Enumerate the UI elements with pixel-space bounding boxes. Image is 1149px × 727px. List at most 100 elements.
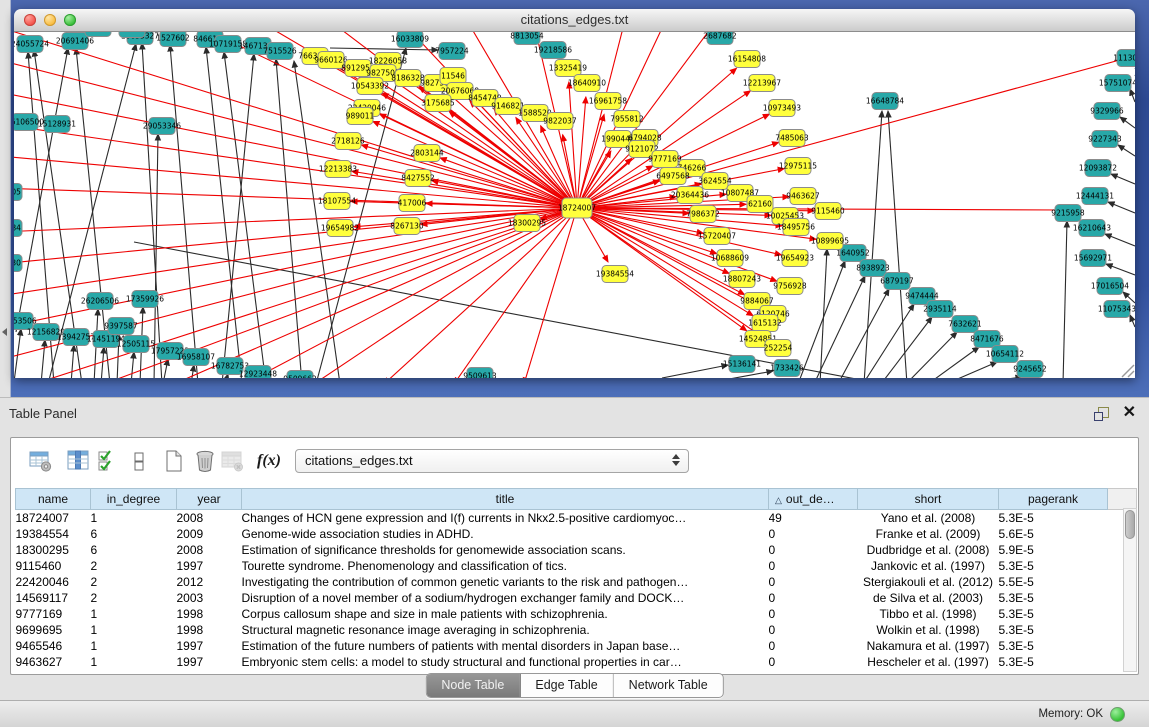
zoom-window-icon[interactable] <box>64 14 76 26</box>
graph-edge[interactable] <box>1108 202 1135 213</box>
split-pane-collapse-icon[interactable] <box>2 328 7 336</box>
graph-node-label: 9756928 <box>773 282 807 291</box>
table-select-dropdown[interactable]: citations_edges.txt <box>295 449 689 473</box>
delete-column-icon[interactable] <box>193 449 217 473</box>
network-window-titlebar[interactable]: citations_edges.txt <box>14 9 1135 32</box>
table-row[interactable]: 1938455462009Genome-wide association stu… <box>16 526 1137 542</box>
table-row[interactable]: 977716911998Corpus callosum shape and si… <box>16 606 1137 622</box>
column-header-out-de-[interactable]: △out_de… <box>769 489 858 510</box>
graph-node-label: 2653506 <box>14 317 37 326</box>
graph-edge[interactable] <box>1130 315 1135 327</box>
column-header-year[interactable]: year <box>177 489 242 510</box>
table-row[interactable]: 2242004622012Investigating the contribut… <box>16 574 1137 590</box>
table-row[interactable]: 946554611997Estimation of the future num… <box>16 638 1137 654</box>
table-row[interactable]: 969969511998Structural magnetic resonanc… <box>16 622 1137 638</box>
cell-title: Disruption of a novel member of a sodium… <box>242 590 769 606</box>
graph-edge[interactable] <box>71 345 74 378</box>
window-resize-grip[interactable] <box>1128 371 1134 377</box>
graph-edge[interactable] <box>1120 117 1135 128</box>
graph-edge[interactable] <box>577 32 714 208</box>
graph-edge[interactable] <box>1105 234 1135 246</box>
graph-edge[interactable] <box>1106 264 1135 275</box>
status-bar: Memory: OK <box>0 700 1149 727</box>
show-columns-icon[interactable] <box>67 449 91 473</box>
graph-node-label: 2803144 <box>410 149 444 158</box>
graph-edge[interactable] <box>14 208 577 232</box>
graph-edge[interactable] <box>577 52 1135 208</box>
graph-edge[interactable] <box>1063 221 1067 378</box>
graph-edge[interactable] <box>14 124 577 208</box>
cell-short: Jankovic et al. (1997) <box>858 558 999 574</box>
graph-edge[interactable] <box>14 329 21 378</box>
graph-edge[interactable] <box>946 362 997 378</box>
tab-network-table[interactable]: Network Table <box>614 674 723 697</box>
table-vertical-scrollbar[interactable] <box>1123 508 1137 672</box>
graph-edge[interactable] <box>34 208 577 378</box>
window-resize-grip[interactable] <box>1122 365 1134 377</box>
minimize-window-icon[interactable] <box>44 14 56 26</box>
graph-edge[interactable] <box>838 289 889 378</box>
graph-edge[interactable] <box>14 60 577 208</box>
graph-node[interactable] <box>85 32 111 37</box>
graph-edge[interactable] <box>454 208 577 378</box>
graph-node-label: 9397587 <box>104 322 138 331</box>
graph-edge[interactable] <box>170 45 198 378</box>
graph-edge[interactable] <box>971 377 1022 378</box>
graph-node-label: 9329966 <box>1090 107 1124 116</box>
cell-name: 9463627 <box>16 654 91 670</box>
graph-edge[interactable] <box>881 317 932 378</box>
tab-node-table[interactable]: Node Table <box>426 674 520 697</box>
graph-edge[interactable] <box>224 52 266 378</box>
graph-edge[interactable] <box>1111 174 1135 184</box>
graph-node-label: 15720407 <box>698 232 736 241</box>
cell-short: Yano et al. (2008) <box>858 510 999 527</box>
unselect-all-icon[interactable] <box>133 449 145 473</box>
table-row[interactable]: 1872400712008Changes of HCN gene express… <box>16 510 1137 527</box>
graph-edge[interactable] <box>1118 145 1135 156</box>
table-row[interactable]: 1456911722003Disruption of a novel membe… <box>16 590 1137 606</box>
column-header-title[interactable]: title <box>242 489 769 510</box>
graph-edge[interactable] <box>1130 89 1135 102</box>
graph-node-label: 9509662 <box>283 375 317 379</box>
select-all-icon[interactable] <box>97 449 117 473</box>
graph-edge[interactable] <box>906 332 957 378</box>
graph-edge[interactable] <box>142 43 162 378</box>
network-view-canvas[interactable]: 2405572420691406106553271527602846616010… <box>14 32 1135 378</box>
close-window-icon[interactable] <box>24 14 36 26</box>
graph-edge[interactable] <box>314 208 577 378</box>
tab-edge-table[interactable]: Edge Table <box>520 674 613 697</box>
graph-edge[interactable] <box>330 48 438 50</box>
cell-pagerank: 5.3E-5 <box>999 622 1108 638</box>
cell-in_degree: 6 <box>91 526 177 542</box>
new-column-icon[interactable] <box>163 449 185 473</box>
table-mode-icon[interactable] <box>29 449 53 473</box>
function-builder-icon[interactable]: f(x) <box>257 452 281 470</box>
graph-node-label: 16648784 <box>866 97 904 106</box>
cell-year: 2003 <box>177 590 242 606</box>
graph-node-label: 1640952 <box>836 249 870 258</box>
graph-node-label: 2935114 <box>923 305 957 314</box>
graph-edge[interactable] <box>524 208 577 378</box>
graph-edge[interactable] <box>864 111 882 378</box>
table-row[interactable]: 911546021997Tourette syndrome. Phenomeno… <box>16 558 1137 574</box>
column-header-name[interactable]: name <box>16 489 91 510</box>
column-header-short[interactable]: short <box>858 489 999 510</box>
column-header-in-degree[interactable]: in_degree <box>91 489 177 510</box>
close-panel-icon[interactable]: ✕ <box>1123 404 1136 422</box>
graph-node-label: 989011 <box>346 112 375 121</box>
table-row[interactable]: 1830029562008Estimation of significance … <box>16 542 1137 558</box>
graph-node-label: 2687682 <box>703 32 737 41</box>
graph-edge[interactable] <box>174 208 577 378</box>
table-row[interactable]: 946362711997Embryonic stem cells: a mode… <box>16 654 1137 670</box>
graph-edge[interactable] <box>41 340 45 378</box>
graph-edge[interactable] <box>206 47 242 378</box>
delete-table-icon[interactable] <box>221 449 245 473</box>
graph-node-label: 9884067 <box>740 297 774 306</box>
column-header-pagerank[interactable]: pagerank <box>999 489 1108 510</box>
graph-edge[interactable] <box>14 208 577 296</box>
float-panel-icon[interactable] <box>1094 407 1109 421</box>
scrollbar-thumb[interactable] <box>1125 510 1135 539</box>
graph-edge[interactable] <box>888 111 907 378</box>
graph-edge[interactable] <box>662 365 728 378</box>
graph-edge[interactable] <box>14 32 577 208</box>
